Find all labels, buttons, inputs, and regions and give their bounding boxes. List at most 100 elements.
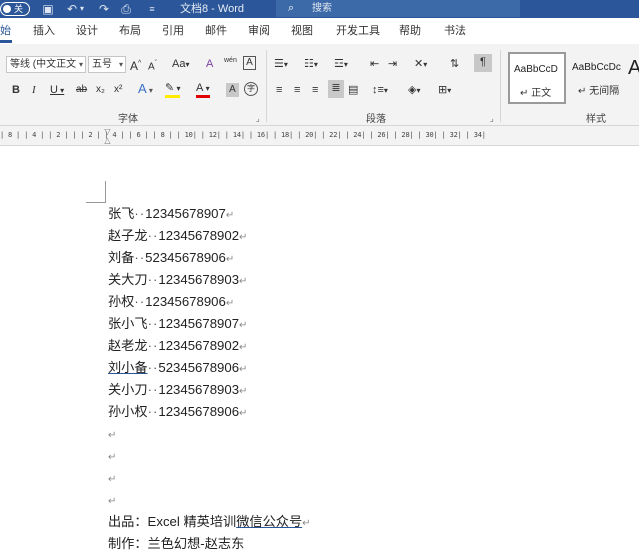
tab-references[interactable]: 引用 (162, 23, 184, 39)
subscript-icon: x₂ (96, 84, 105, 95)
style-normal[interactable]: AaBbCcD ↵ 正文 (508, 52, 566, 104)
space-marks: ·· (134, 250, 146, 265)
customize-quick-access-icon[interactable]: ≡ (144, 1, 160, 17)
tab-mailings[interactable]: 邮件 (205, 23, 227, 39)
text-effects-button[interactable]: A ▾ (138, 81, 153, 99)
paragraph-mark-icon: ↵ (239, 232, 248, 243)
footer-credit-label: 出品：Excel 精英培训 (108, 514, 237, 529)
space-marks: ·· (147, 338, 159, 353)
line-spacing-button[interactable]: ↕≡▾ (372, 82, 388, 99)
font-name-select[interactable]: 等线 (中文正文 ▾ (6, 56, 86, 73)
document-line[interactable]: 赵老龙··12345678902↵ (108, 337, 247, 357)
distributed-button[interactable]: ▤ (348, 82, 358, 98)
shrink-font-button[interactable]: Aˇ (148, 56, 157, 75)
tab-design[interactable]: 设计 (76, 23, 98, 39)
shading-button[interactable]: ◈▾ (408, 82, 420, 99)
sort-button[interactable]: ⇅ (450, 56, 459, 72)
bold-button[interactable]: B (12, 82, 20, 98)
chinese-layout-button[interactable]: ✕▾ (414, 56, 427, 73)
numbering-button[interactable]: ☷▾ (304, 56, 318, 73)
empty-paragraph[interactable]: ↵ (108, 491, 116, 511)
style-heading1[interactable]: A (628, 56, 639, 80)
contact-name: 赵老龙 (108, 338, 148, 353)
tab-home[interactable]: 始 (0, 23, 11, 39)
style-no-spacing[interactable]: AaBbCcDc ↵ 无间隔 (568, 52, 626, 104)
document-line[interactable]: 刘备··52345678906↵ (108, 249, 234, 269)
tab-help[interactable]: 帮助 (399, 23, 421, 39)
change-case-button[interactable]: Aa▾ (172, 56, 189, 73)
search-box[interactable]: ⌕ 搜索 (276, 0, 520, 17)
touch-mode-icon[interactable]: ⎙ (118, 1, 134, 17)
align-left-button[interactable]: ≡ (276, 82, 282, 98)
footer-credit-line[interactable]: 出品：Excel 精英培训微信公众号↵ (108, 513, 311, 533)
tab-review[interactable]: 审阅 (248, 23, 270, 39)
space-marks: ·· (134, 294, 146, 309)
superscript-button[interactable]: x² (114, 82, 122, 98)
document-line[interactable]: 孙权··12345678906↵ (108, 293, 234, 313)
clear-format-button[interactable]: A (206, 56, 213, 72)
numbering-icon: ☷ (304, 58, 314, 70)
align-left-icon: ≡ (276, 84, 283, 96)
increase-indent-button[interactable]: ⇥ (388, 56, 397, 72)
enclose-characters-button[interactable]: 字 (244, 82, 258, 96)
document-line[interactable]: 关小刀··12345678903↵ (108, 381, 247, 401)
tab-developer[interactable]: 开发工具 (336, 23, 380, 39)
character-border-button[interactable]: A (243, 56, 256, 70)
character-shading-button[interactable]: A (226, 83, 239, 97)
paragraph-dialog-launcher-icon[interactable]: ⌟ (490, 114, 494, 123)
search-placeholder: 搜索 (312, 3, 332, 14)
subscript-button[interactable]: x₂ (96, 82, 105, 98)
document-line[interactable]: 孙小权··12345678906↵ (108, 403, 247, 423)
grow-font-button[interactable]: A^ (130, 56, 141, 74)
italic-button[interactable]: I (32, 82, 36, 98)
document-page[interactable]: 张飞··12345678907↵ 赵子龙··12345678902↵ 刘备··5… (0, 147, 639, 551)
justify-button[interactable]: ≣ (328, 80, 344, 98)
paragraph-mark-icon: ↵ (225, 254, 235, 265)
strikethrough-button[interactable]: ab (76, 82, 87, 98)
document-line[interactable]: 刘小备··52345678906↵ (108, 359, 247, 379)
indent-marker-icon[interactable]: ▽ △ (103, 127, 112, 145)
footer-maker-line[interactable]: 制作：兰色幻想-赵志东 (108, 535, 244, 553)
decrease-indent-button[interactable]: ⇤ (370, 56, 379, 72)
bullets-button[interactable]: ☰▾ (274, 56, 288, 73)
show-hide-marks-button[interactable]: ¶ (474, 54, 492, 72)
horizontal-ruler[interactable]: | 8 | | 4 | | 2 | | | 2 | | 4 | | 6 | | … (0, 126, 639, 146)
footer-maker-text: 制作：兰色幻想-赵志东 (108, 536, 245, 551)
empty-paragraph[interactable]: ↵ (108, 447, 116, 467)
multilevel-list-icon: ☲ (334, 58, 344, 70)
group-divider (266, 50, 267, 122)
document-line[interactable]: 关大刀··12345678903↵ (108, 271, 247, 291)
space-marks: ·· (147, 382, 159, 397)
chevron-down-icon: ▾ (78, 60, 83, 69)
margin-corner-mark (86, 181, 106, 203)
document-line[interactable]: 张小飞··12345678907↵ (108, 315, 247, 335)
multilevel-list-button[interactable]: ☲▾ (334, 56, 348, 73)
paragraph-mark-icon: ↵ (239, 386, 248, 397)
tab-layout[interactable]: 布局 (119, 23, 141, 39)
align-right-button[interactable]: ≡ (312, 82, 318, 98)
save-icon[interactable]: ▣ (40, 1, 56, 17)
phonetic-guide-button[interactable]: wén (224, 53, 237, 69)
highlight-button[interactable]: ✎ ▾ (165, 82, 181, 98)
redo-icon[interactable]: ↷ (96, 1, 112, 17)
document-line[interactable]: 赵子龙··12345678902↵ (108, 227, 247, 247)
font-color-button[interactable]: A ▾ (196, 82, 210, 98)
tab-view[interactable]: 视图 (291, 23, 313, 39)
document-line[interactable]: 张飞··12345678907↵ (108, 205, 234, 225)
character-shading-icon: A (229, 84, 236, 95)
empty-paragraph[interactable]: ↵ (108, 425, 116, 445)
paragraph-mark-icon: ↵ (108, 496, 117, 507)
font-dialog-launcher-icon[interactable]: ⌟ (256, 114, 260, 123)
tab-calligraphy[interactable]: 书法 (444, 23, 466, 39)
align-center-button[interactable]: ≡ (294, 82, 300, 98)
paragraph-mark-icon: ↵ (302, 518, 311, 529)
font-size-select[interactable]: 五号 ▾ (88, 56, 126, 73)
borders-button[interactable]: ⊞▾ (438, 82, 451, 99)
contact-name: 赵子龙 (108, 228, 148, 243)
paragraph-mark-icon: ↵ (239, 408, 248, 419)
tab-insert[interactable]: 插入 (33, 23, 55, 39)
autosave-toggle[interactable]: 关 (0, 2, 30, 16)
empty-paragraph[interactable]: ↵ (108, 469, 116, 489)
undo-dropdown-icon[interactable]: ▾ (78, 1, 86, 17)
underline-button[interactable]: U ▾ (50, 82, 64, 99)
